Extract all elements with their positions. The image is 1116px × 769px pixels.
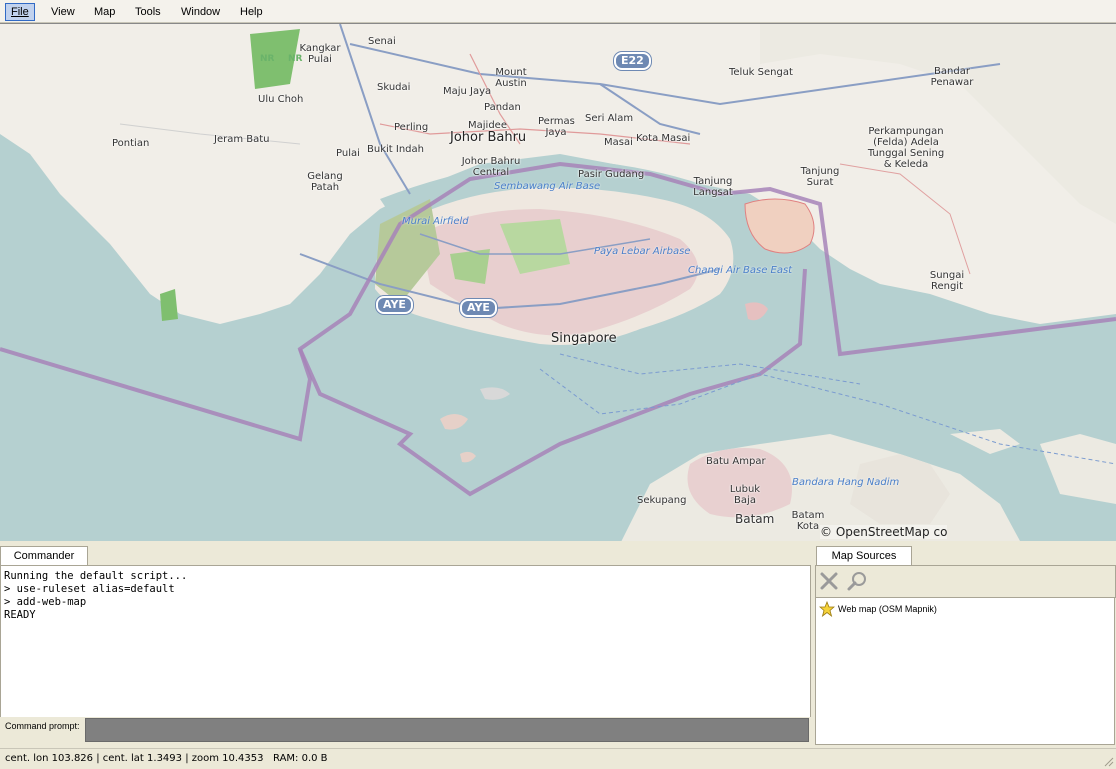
map-label: Perkampungan (Felda) Adela Tunggal Senin… bbox=[867, 126, 945, 170]
map-label: Permas Jaya bbox=[538, 116, 575, 138]
map-label: Perling bbox=[394, 122, 429, 133]
map-label: Lubuk Baja bbox=[729, 484, 761, 506]
menu-help[interactable]: Help bbox=[235, 4, 268, 20]
commander-console: Running the default script... > use-rule… bbox=[0, 565, 811, 718]
map-label-airbase: Sembawang Air Base bbox=[494, 181, 601, 192]
nature-reserve-marker: NR bbox=[260, 54, 275, 64]
map-label: Pasir Gudang bbox=[578, 169, 645, 180]
map-label: Masai bbox=[604, 137, 633, 148]
map-label: Teluk Sengat bbox=[729, 67, 793, 78]
map-label-airbase: Bandara Hang Nadim bbox=[792, 477, 900, 488]
map-sources-toolbar bbox=[815, 565, 1116, 598]
road-shield-e22: E22 bbox=[614, 52, 651, 70]
menu-map[interactable]: Map bbox=[89, 4, 120, 20]
console-output: Running the default script... > use-rule… bbox=[4, 570, 188, 621]
menu-bar: File View Map Tools Window Help bbox=[0, 0, 1116, 23]
status-text: cent. lon 103.826 | cent. lat 1.3493 | z… bbox=[5, 753, 328, 764]
map-label: Bandar Penawar bbox=[930, 66, 974, 88]
map-label-airbase: Paya Lebar Airbase bbox=[594, 246, 691, 257]
remove-icon[interactable] bbox=[818, 570, 840, 592]
map-label: Johor Bahru Central bbox=[461, 156, 521, 178]
menu-tools[interactable]: Tools bbox=[130, 4, 166, 20]
map-label: Mount Austin bbox=[495, 67, 527, 89]
map-label-airbase: Changi Air Base East bbox=[688, 265, 793, 276]
map-label: Jeram Batu bbox=[214, 134, 270, 145]
status-bar: cent. lon 103.826 | cent. lat 1.3493 | z… bbox=[0, 748, 1116, 769]
map-label: Bukit Indah bbox=[367, 144, 424, 155]
map-view[interactable]: E22 AYE AYE NR NR Senai Kangkar Pulai Ul… bbox=[0, 23, 1116, 541]
command-prompt-area: Command prompt: bbox=[0, 717, 811, 743]
map-label-singapore: Singapore bbox=[551, 331, 617, 346]
map-sources-list: Web map (OSM Mapnik) bbox=[815, 597, 1115, 745]
list-item[interactable]: Web map (OSM Mapnik) bbox=[819, 601, 937, 617]
map-label: Ulu Choh bbox=[258, 94, 304, 105]
map-label: Johor Bahru bbox=[450, 130, 527, 145]
map-label: Maju Jaya bbox=[443, 86, 492, 97]
command-prompt-input[interactable] bbox=[85, 718, 809, 742]
menu-file[interactable]: File bbox=[5, 3, 35, 21]
road-shield-aye: AYE bbox=[460, 299, 497, 317]
tab-commander[interactable]: Commander bbox=[0, 546, 88, 565]
road-shield-aye: AYE bbox=[376, 296, 413, 314]
map-label: Pandan bbox=[484, 102, 521, 113]
map-label: Seri Alam bbox=[585, 113, 634, 124]
map-label: Sungai Rengit bbox=[929, 270, 965, 292]
zoom-icon[interactable] bbox=[846, 570, 868, 592]
map-label: Batam bbox=[735, 512, 775, 526]
map-label: Tanjung Surat bbox=[800, 166, 840, 188]
map-label: Kangkar Pulai bbox=[299, 43, 341, 65]
source-label: Web map (OSM Mapnik) bbox=[838, 604, 937, 614]
map-label: Skudai bbox=[377, 82, 411, 93]
map-label: Pontian bbox=[112, 138, 150, 149]
menu-window[interactable]: Window bbox=[176, 4, 225, 20]
menu-view[interactable]: View bbox=[46, 4, 80, 20]
command-prompt-label: Command prompt: bbox=[5, 721, 80, 731]
map-label: Gelang Patah bbox=[307, 171, 343, 193]
tab-map-sources[interactable]: Map Sources bbox=[816, 546, 912, 565]
map-label-airbase: Murai Airfield bbox=[402, 216, 469, 227]
resize-grip-icon[interactable] bbox=[1102, 755, 1114, 767]
star-icon bbox=[819, 601, 835, 617]
map-label: Senai bbox=[368, 36, 396, 47]
map-attribution: © OpenStreetMap co bbox=[820, 525, 948, 539]
map-label: Pulai bbox=[336, 148, 360, 159]
map-label: Kota Masai bbox=[636, 133, 691, 144]
map-label: Batu Ampar bbox=[706, 456, 766, 467]
map-label: Tanjung Langsat bbox=[693, 176, 733, 198]
menu-file-label: File bbox=[11, 6, 29, 18]
map-label: Sekupang bbox=[637, 495, 687, 506]
